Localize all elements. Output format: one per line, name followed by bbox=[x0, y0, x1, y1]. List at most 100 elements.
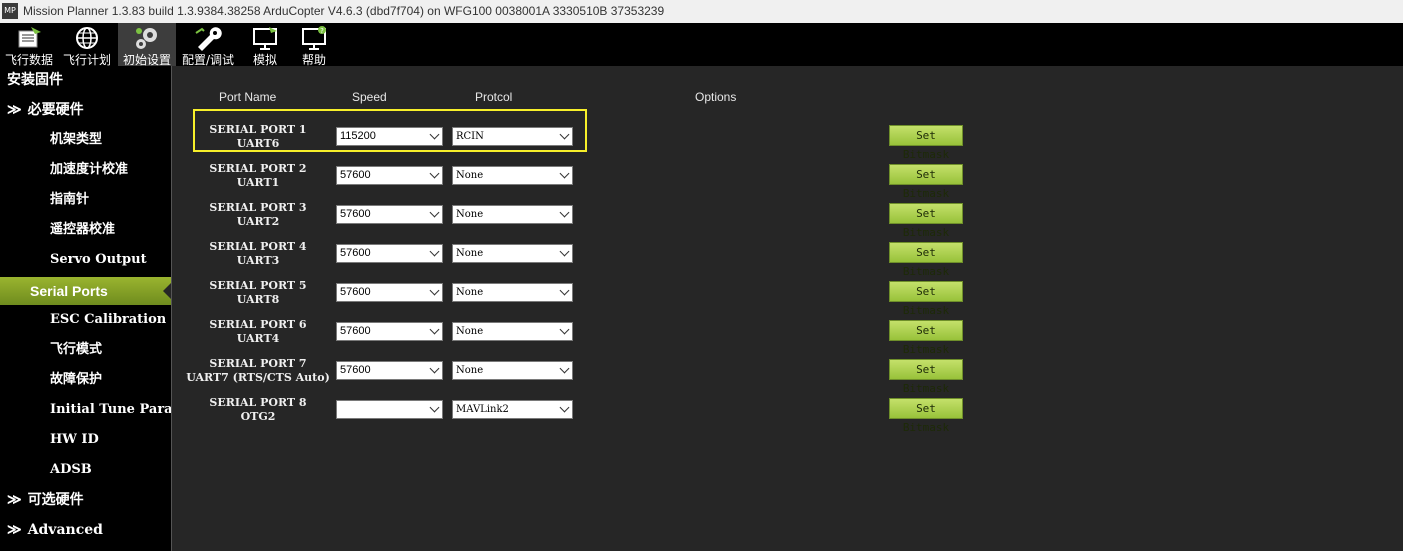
protocol-select[interactable]: None bbox=[452, 322, 573, 341]
double-chevron-icon: ≫ bbox=[7, 102, 22, 118]
header-port-name: Port Name bbox=[219, 90, 277, 104]
toolbar-config-tuning[interactable]: 配置/调试 bbox=[178, 23, 238, 67]
svg-text:?: ? bbox=[320, 27, 324, 35]
sidebar-item-serial-ports[interactable]: Serial Ports bbox=[0, 277, 171, 305]
sidebar-item-failsafe[interactable]: 故障保护 bbox=[0, 366, 171, 394]
sidebar-item-label: HW ID bbox=[50, 432, 99, 447]
setup-sidebar: 安装固件 ≫ 必要硬件 机架类型 加速度计校准 指南针 遥控器校准 Servo O… bbox=[0, 66, 171, 551]
port-name-line1: SERIAL PORT 7 bbox=[209, 357, 307, 370]
port-name-line1: SERIAL PORT 6 bbox=[209, 318, 307, 331]
port-name-line2: UART8 bbox=[236, 293, 280, 306]
sidebar-item-hw-id[interactable]: HW ID bbox=[0, 426, 171, 454]
gears-icon bbox=[136, 28, 157, 49]
speed-value: 57600 bbox=[340, 286, 371, 298]
sidebar-item-adsb[interactable]: ADSB bbox=[0, 456, 171, 484]
chevron-down-icon bbox=[559, 402, 570, 413]
protocol-value: None bbox=[456, 287, 484, 298]
sidebar-item-label: 可选硬件 bbox=[27, 492, 84, 508]
sidebar-item-optional-hardware[interactable]: ≫ 可选硬件 bbox=[0, 486, 171, 514]
sidebar-item-label: 遥控器校准 bbox=[50, 222, 116, 237]
port-name-line1: SERIAL PORT 2 bbox=[209, 162, 307, 175]
sidebar-item-label: ESC Calibration bbox=[50, 312, 167, 327]
protocol-select[interactable]: None bbox=[452, 166, 573, 185]
header-protocol: Protcol bbox=[475, 90, 513, 104]
protocol-select[interactable]: None bbox=[452, 205, 573, 224]
chevron-down-icon bbox=[429, 285, 440, 296]
speed-select[interactable]: 57600 bbox=[336, 322, 443, 341]
port-name-line1: SERIAL PORT 8 bbox=[209, 396, 307, 409]
sidebar-item-initial-tune-params[interactable]: Initial Tune Para bbox=[0, 396, 171, 424]
sidebar-item-label: Serial Ports bbox=[30, 283, 108, 299]
port-name-line2: OTG2 bbox=[240, 410, 276, 423]
port-name-label: SERIAL PORT 8 OTG2 bbox=[172, 396, 344, 424]
protocol-select[interactable]: None bbox=[452, 361, 573, 380]
port-name-line1: SERIAL PORT 3 bbox=[209, 201, 307, 214]
set-bitmask-button[interactable]: Set Bitmask bbox=[889, 164, 963, 200]
speed-select[interactable]: 57600 bbox=[336, 361, 443, 380]
main-toolbar: 飞行数据 飞行计划 初始设置 配置/调试 模拟 ? 帮助 bbox=[0, 23, 1403, 67]
toolbar-initial-setup[interactable]: 初始设置 bbox=[118, 23, 176, 67]
monitor-help-icon: ? bbox=[302, 26, 326, 50]
toolbar-flight-data[interactable]: 飞行数据 bbox=[0, 23, 58, 67]
sidebar-item-accel-calibration[interactable]: 加速度计校准 bbox=[0, 156, 171, 184]
protocol-select[interactable]: None bbox=[452, 244, 573, 263]
sidebar-item-servo-output[interactable]: Servo Output bbox=[0, 246, 171, 274]
chevron-down-icon bbox=[429, 207, 440, 218]
toolbar-flight-plan[interactable]: 飞行计划 bbox=[58, 23, 116, 67]
set-bitmask-button[interactable]: Set Bitmask bbox=[889, 398, 963, 434]
chevron-down-icon bbox=[429, 246, 440, 257]
sidebar-item-compass[interactable]: 指南针 bbox=[0, 186, 171, 214]
toolbar-help[interactable]: ? 帮助 bbox=[290, 23, 338, 67]
speed-select[interactable]: 57600 bbox=[336, 205, 443, 224]
flight-data-icon bbox=[18, 27, 41, 48]
set-bitmask-button[interactable]: Set Bitmask bbox=[889, 203, 963, 239]
speed-select[interactable]: 57600 bbox=[336, 244, 443, 263]
sidebar-item-mandatory-hardware[interactable]: ≫ 必要硬件 bbox=[0, 96, 171, 124]
set-bitmask-button[interactable]: Set Bitmask bbox=[889, 320, 963, 356]
port-name-line2: UART2 bbox=[236, 215, 280, 228]
chevron-down-icon bbox=[559, 324, 570, 335]
protocol-value: None bbox=[456, 248, 484, 259]
speed-value: 57600 bbox=[340, 325, 371, 337]
speed-select[interactable]: 57600 bbox=[336, 283, 443, 302]
serial-port-row-3: SERIAL PORT 3 UART2 57600 None Set Bitma… bbox=[172, 201, 1403, 240]
double-chevron-icon: ≫ bbox=[7, 522, 22, 538]
protocol-value: None bbox=[456, 209, 484, 220]
chevron-down-icon bbox=[429, 324, 440, 335]
protocol-select[interactable]: MAVLink2 bbox=[452, 400, 573, 419]
sidebar-item-label: Servo Output bbox=[50, 252, 147, 267]
port-name-label: SERIAL PORT 2 UART1 bbox=[172, 162, 344, 190]
sidebar-item-label: 故障保护 bbox=[50, 372, 103, 387]
toolbar-simulation[interactable]: 模拟 bbox=[240, 23, 290, 67]
monitor-plane-icon bbox=[253, 27, 277, 50]
port-name-line1: SERIAL PORT 4 bbox=[209, 240, 307, 253]
protocol-select[interactable]: None bbox=[452, 283, 573, 302]
sidebar-item-esc-calibration[interactable]: ESC Calibration bbox=[0, 306, 171, 334]
speed-select[interactable] bbox=[336, 400, 443, 419]
sidebar-item-flight-modes[interactable]: 飞行模式 bbox=[0, 336, 171, 364]
protocol-value: None bbox=[456, 365, 484, 376]
chevron-down-icon bbox=[559, 363, 570, 374]
set-bitmask-button[interactable]: Set Bitmask bbox=[889, 125, 963, 161]
set-bitmask-button[interactable]: Set Bitmask bbox=[889, 359, 963, 395]
protocol-value: None bbox=[456, 326, 484, 337]
set-bitmask-button[interactable]: Set Bitmask bbox=[889, 281, 963, 317]
sidebar-item-label: Initial Tune Para bbox=[50, 402, 171, 417]
sidebar-item-radio-calibration[interactable]: 遥控器校准 bbox=[0, 216, 171, 244]
sidebar-item-label: 安装固件 bbox=[7, 72, 63, 88]
sidebar-item-label: 飞行模式 bbox=[50, 342, 103, 357]
sidebar-item-frame-type[interactable]: 机架类型 bbox=[0, 126, 171, 154]
sidebar-item-label: 必要硬件 bbox=[27, 102, 84, 118]
port-name-label: SERIAL PORT 4 UART3 bbox=[172, 240, 344, 268]
chevron-down-icon bbox=[429, 363, 440, 374]
sidebar-item-label: 加速度计校准 bbox=[50, 162, 129, 177]
serial-port-row-6: SERIAL PORT 6 UART4 57600 None Set Bitma… bbox=[172, 318, 1403, 357]
speed-select[interactable]: 57600 bbox=[336, 166, 443, 185]
window-title: Mission Planner 1.3.83 build 1.3.9384.38… bbox=[23, 4, 665, 18]
chevron-down-icon bbox=[429, 402, 440, 413]
port-name-label: SERIAL PORT 3 UART2 bbox=[172, 201, 344, 229]
set-bitmask-button[interactable]: Set Bitmask bbox=[889, 242, 963, 278]
highlight-box bbox=[193, 109, 587, 152]
sidebar-item-advanced[interactable]: ≫ Advanced bbox=[0, 516, 171, 544]
sidebar-item-install-firmware[interactable]: 安装固件 bbox=[0, 66, 171, 94]
